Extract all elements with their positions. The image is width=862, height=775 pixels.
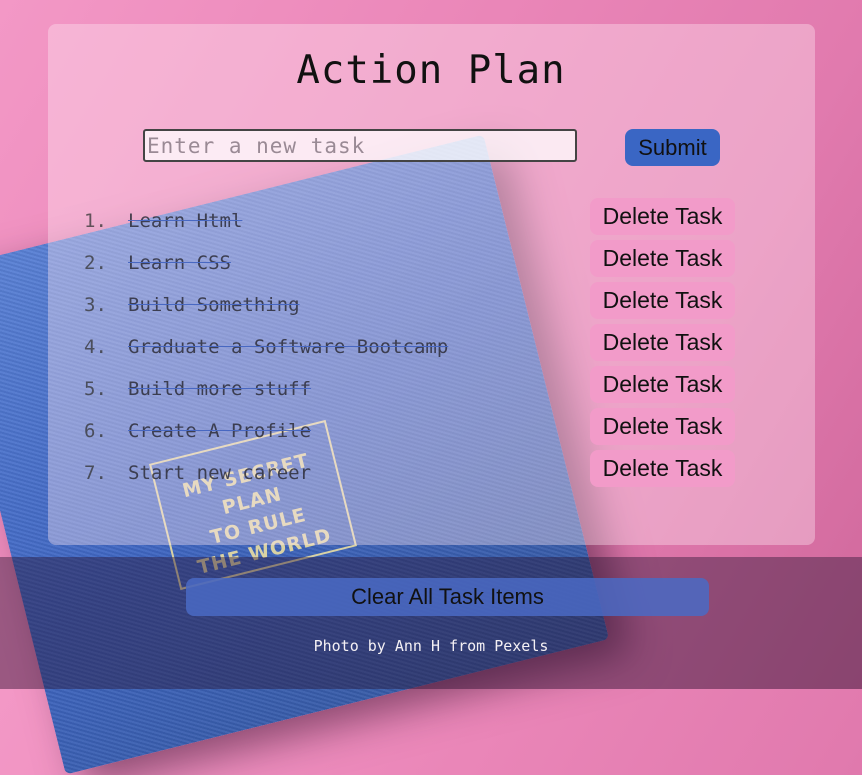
task-text[interactable]: Learn CSS (128, 252, 231, 274)
delete-task-button[interactable]: Delete Task (590, 282, 735, 319)
delete-task-button[interactable]: Delete Task (590, 450, 735, 487)
delete-task-button[interactable]: Delete Task (590, 408, 735, 445)
delete-task-button[interactable]: Delete Task (590, 198, 735, 235)
task-text[interactable]: Create A Profile (128, 420, 311, 442)
task-number: 5. (84, 378, 107, 400)
task-number: 4. (84, 336, 107, 358)
task-item: 7. Start new career Delete Task (0, 450, 862, 504)
delete-task-button[interactable]: Delete Task (590, 366, 735, 403)
task-text[interactable]: Build Something (128, 294, 300, 316)
task-text[interactable]: Learn Html (128, 210, 242, 232)
delete-task-button[interactable]: Delete Task (590, 240, 735, 277)
new-task-input-placeholder: Enter a new task (147, 133, 366, 158)
task-number: 1. (84, 210, 107, 232)
task-text[interactable]: Graduate a Software Bootcamp (128, 336, 448, 358)
clear-all-button[interactable]: Clear All Task Items (186, 578, 709, 616)
delete-task-button[interactable]: Delete Task (590, 324, 735, 361)
task-number: 7. (84, 462, 107, 484)
task-text[interactable]: Start new career (128, 462, 311, 484)
task-number: 3. (84, 294, 107, 316)
task-number: 2. (84, 252, 107, 274)
footer (0, 557, 862, 689)
new-task-input[interactable]: Enter a new task (143, 129, 577, 162)
photo-credit: Photo by Ann H from Pexels (313, 637, 549, 655)
task-text[interactable]: Build more stuff (128, 378, 311, 400)
task-number: 6. (84, 420, 107, 442)
submit-button[interactable]: Submit (625, 129, 720, 166)
page-title: Action Plan (296, 48, 566, 93)
